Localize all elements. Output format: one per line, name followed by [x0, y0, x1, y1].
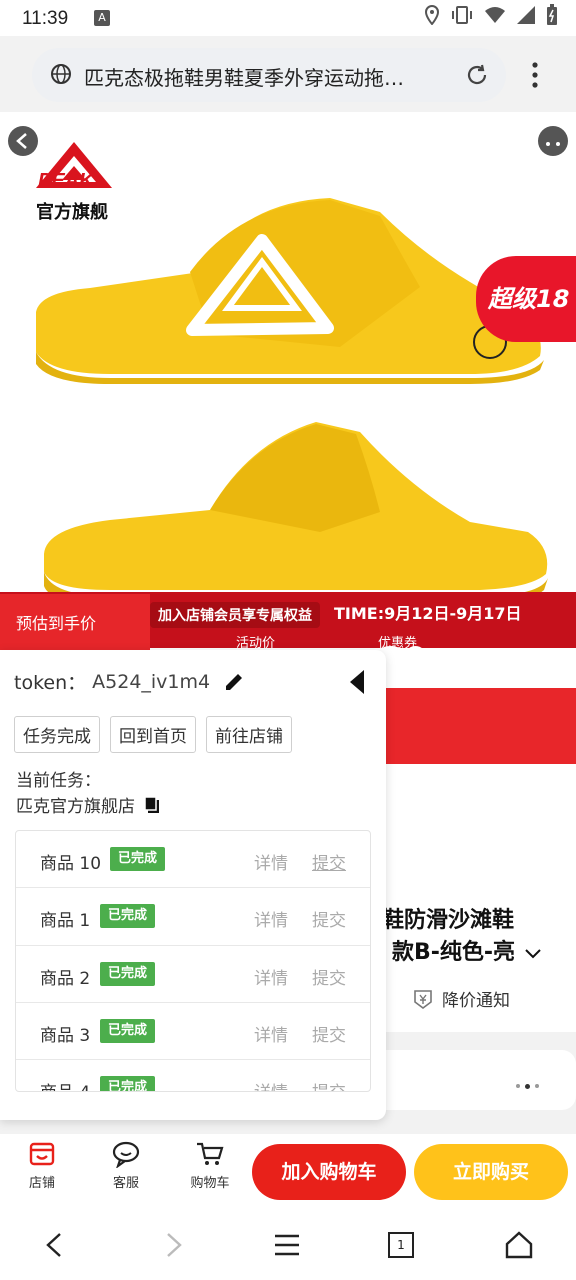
store-tab-label: 店铺 [28, 1176, 55, 1191]
hamburger-menu-icon[interactable] [272, 1230, 302, 1260]
status-badge: 已完成 [100, 961, 156, 986]
submit-link[interactable]: 提交 [312, 964, 346, 989]
service-tab[interactable]: 客服 [96, 1140, 156, 1191]
token-label: token： [14, 672, 87, 694]
promo-price: 30 [380, 640, 428, 680]
task-list: 商品 10 已完成 详情 提交 商品 1 已完成 详情 提交 商品 2 已完成 … [15, 830, 371, 1092]
add-to-cart-button[interactable]: 加入购物车 [252, 1144, 406, 1200]
store-icon [29, 1142, 55, 1166]
store-tab[interactable]: 店铺 [12, 1140, 72, 1191]
reload-icon[interactable] [464, 62, 490, 88]
notification-icon: A [94, 10, 110, 26]
detail-link[interactable]: 详情 [254, 849, 288, 874]
chat-icon [112, 1141, 140, 1168]
detail-link[interactable]: 详情 [254, 1078, 288, 1091]
logo-caption: 官方旗舰 [36, 202, 108, 223]
forward-arrow-icon[interactable] [158, 1230, 188, 1260]
url-text: 匹克态极拖鞋男鞋夏季外穿运动拖… [84, 66, 404, 90]
home-icon[interactable] [504, 1230, 534, 1260]
task-name: 商品 3 [40, 1025, 91, 1046]
collapse-arrow-icon[interactable] [348, 668, 366, 696]
task-row: 商品 1 已完成 详情 提交 [16, 888, 370, 946]
signal-icon [516, 5, 536, 29]
status-badge: 已完成 [110, 847, 166, 871]
price-alert-label: 降价通知 [442, 991, 510, 1011]
task-name: 商品 4 [40, 1078, 90, 1091]
price-alert-button[interactable]: 降价通知 [412, 986, 510, 1011]
tabs-count-icon[interactable]: 1 [388, 1232, 414, 1258]
task-name: 商品 1 [40, 911, 91, 932]
copy-icon[interactable] [143, 795, 161, 815]
action-buttons: 任务完成 回到首页 前往店铺 [14, 716, 292, 753]
task-done-button[interactable]: 任务完成 [14, 716, 100, 753]
store-button[interactable]: 前往店铺 [206, 716, 292, 753]
current-task: 匹克官方旗舰店 [16, 792, 161, 817]
product-title-line1: 鞋防滑沙滩鞋 [382, 908, 515, 933]
task-row: 商品 10 已完成 详情 提交 [16, 831, 370, 889]
token-value: A524_iv1m4 [92, 670, 211, 693]
status-time: 11:39 [22, 8, 69, 29]
cart-tab-label: 购物车 [190, 1176, 230, 1191]
submit-link[interactable]: 提交 [312, 1021, 346, 1046]
status-badge: 已完成 [100, 904, 156, 929]
current-task-label: 当前任务： [16, 771, 101, 791]
promo-fashion: 新风尚 [492, 650, 571, 680]
chevron-down-icon[interactable] [523, 946, 543, 960]
menu-dots-icon[interactable] [528, 60, 542, 90]
product-title-line2: 款B-纯色-亮 [392, 934, 543, 966]
cart-tab[interactable]: 购物车 [180, 1140, 240, 1191]
price-tag-icon [414, 989, 432, 1009]
carousel-dots [516, 1084, 539, 1089]
system-nav-bar: 1 [0, 1210, 576, 1280]
submit-link[interactable]: 提交 [312, 906, 346, 931]
task-row: 商品 3 已完成 详情 提交 [16, 1003, 370, 1061]
task-name: 商品 10 [40, 854, 102, 874]
detail-link[interactable]: 详情 [254, 964, 288, 989]
task-panel: token： A524_iv1m4 任务完成 回到首页 前往店铺 当前任务： 匹… [0, 650, 386, 1120]
vibrate-icon [450, 5, 474, 29]
edit-icon[interactable] [222, 670, 246, 694]
status-icons [424, 4, 558, 30]
submit-link[interactable]: 提交 [312, 1078, 346, 1091]
product-title-line2-text: 款B-纯色-亮 [392, 940, 516, 965]
task-row: 商品 4 已完成 详情 提交 [16, 1060, 370, 1091]
detail-link[interactable]: 详情 [254, 906, 288, 931]
detail-link[interactable]: 详情 [254, 1021, 288, 1046]
promo-red-panel [380, 688, 576, 764]
bottom-action-bar: 店铺 客服 购物车 加入购物车 立即购买 [0, 1134, 576, 1210]
status-bar: 11:39 A [0, 0, 576, 36]
buy-now-button[interactable]: 立即购买 [414, 1144, 568, 1200]
cart-icon [197, 1142, 224, 1165]
task-name: 商品 2 [40, 968, 91, 989]
page: 11:39 A 匹克态极拖鞋男鞋夏季外穿运动拖… PEAK 官方旗舰 超级18 … [0, 0, 576, 1280]
service-tab-label: 客服 [112, 1176, 139, 1191]
token-row: token： A524_iv1m4 [14, 668, 246, 695]
promo-activity-label: 活动价 [236, 636, 276, 651]
location-icon [424, 4, 440, 29]
super-badge: 超级18 [476, 256, 576, 342]
current-task-name: 匹克官方旗舰店 [16, 797, 135, 817]
battery-icon [546, 4, 558, 30]
more-circle-button[interactable] [538, 126, 568, 156]
task-row: 商品 2 已完成 详情 提交 [16, 946, 370, 1003]
submit-link[interactable]: 提交 [312, 849, 346, 874]
status-badge: 已完成 [100, 1018, 156, 1043]
wifi-icon [484, 5, 506, 29]
promo-estimate: 预估到手价 [0, 594, 150, 654]
status-badge: 已完成 [100, 1076, 156, 1091]
globe-icon [51, 64, 71, 84]
logo-brand: PEAK [38, 170, 94, 192]
back-arrow-icon[interactable] [40, 1230, 70, 1260]
promo-join: 加入店铺会员享专属权益 [150, 602, 320, 628]
home-button[interactable]: 回到首页 [110, 716, 196, 753]
url-bar[interactable]: 匹克态极拖鞋男鞋夏季外穿运动拖… [32, 48, 506, 102]
promo-time: TIME:9月12日-9月17日 [334, 604, 522, 623]
